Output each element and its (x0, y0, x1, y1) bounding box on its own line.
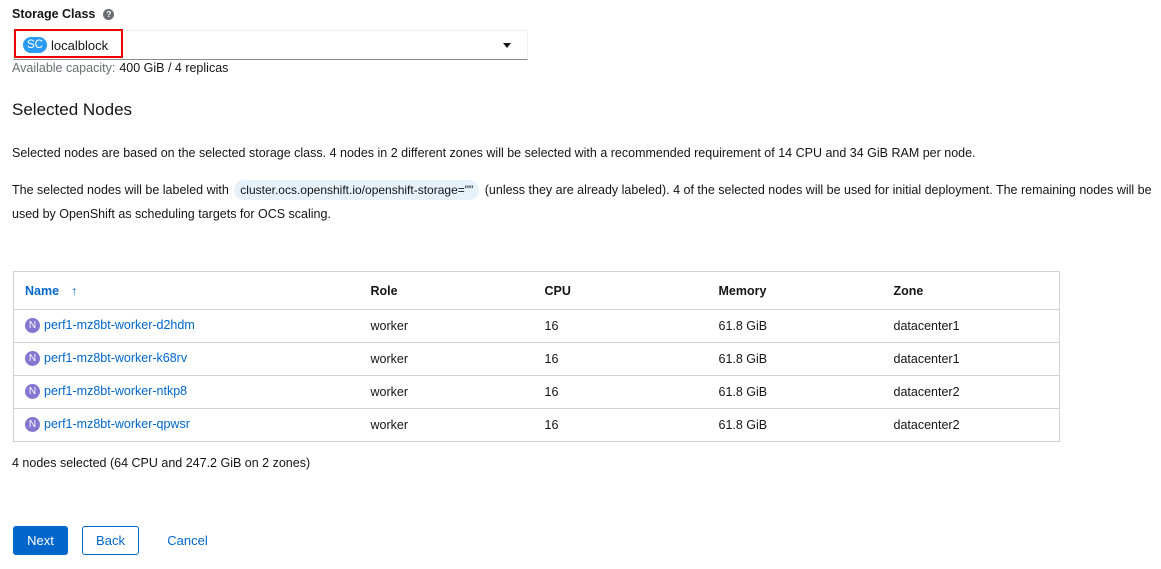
column-header-cpu: CPU (533, 271, 708, 310)
selection-highlight-box (14, 29, 123, 58)
nodes-table: Name ↑ Role CPU Memory Zone Nperf1-mz8bt-… (13, 271, 1060, 442)
table-row: Nperf1-mz8bt-worker-qpwsr worker 16 61.8… (14, 409, 1060, 442)
zone-cell: datacenter2 (893, 418, 960, 432)
cpu-cell: 16 (544, 418, 559, 432)
back-button[interactable]: Back (82, 526, 139, 555)
memory-cell: 61.8 GiB (707, 375, 883, 409)
name-header-label[interactable]: Name (25, 284, 59, 298)
arrow-up-icon[interactable]: ↑ (71, 284, 77, 298)
zone-cell: datacenter2 (882, 375, 1060, 409)
node-name-cell: Nperf1-mz8bt-worker-ntkp8 (13, 375, 360, 409)
column-header-name[interactable]: Name ↑ (13, 271, 360, 310)
memory-cell: 61.8 GiB (707, 309, 883, 343)
selection-summary: 4 nodes selected (64 CPU and 247.2 GiB o… (12, 456, 311, 470)
capacity-value: 400 GiB / 4 replicas (119, 61, 229, 75)
role-cell: worker (359, 375, 534, 409)
cancel-button[interactable]: Cancel (160, 526, 215, 555)
label-paragraph-start: The selected nodes will be labeled with (12, 183, 229, 197)
cpu-cell: 16 (533, 309, 708, 343)
caret-down-icon[interactable] (503, 43, 511, 48)
node-icon: N (25, 350, 40, 366)
node-name-cell: Nperf1-mz8bt-worker-k68rv (13, 342, 360, 376)
label-paragraph: The selected nodes will be labeled with … (12, 178, 1161, 226)
table-row: Nperf1-mz8bt-worker-d2hdm worker 16 61.8… (13, 309, 1060, 343)
section-title: Selected Nodes (12, 100, 133, 119)
role-cell: worker (359, 342, 534, 376)
table-header-row: Name ↑ Role CPU Memory Zone (13, 271, 1060, 310)
column-header-role: Role (359, 271, 534, 310)
column-header-zone: Zone (882, 271, 1060, 310)
node-link[interactable]: perf1-mz8bt-worker-d2hdm (44, 318, 195, 332)
node-icon: N (25, 383, 40, 399)
cpu-cell: 16 (533, 375, 708, 409)
node-link[interactable]: perf1-mz8bt-worker-ntkp8 (44, 384, 187, 398)
available-capacity: Available capacity: 400 GiB / 4 replicas (12, 61, 228, 75)
table-row: Nperf1-mz8bt-worker-ntkp8 worker 16 61.8… (13, 375, 1060, 409)
node-link[interactable]: perf1-mz8bt-worker-k68rv (44, 351, 187, 365)
question-circle-icon[interactable]: ? (103, 8, 115, 20)
node-link[interactable]: perf1-mz8bt-worker-qpwsr (44, 417, 190, 431)
column-header-memory: Memory (707, 271, 883, 310)
description-paragraph: Selected nodes are based on the selected… (12, 146, 976, 160)
node-icon: N (25, 416, 40, 432)
cpu-cell: 16 (533, 342, 708, 376)
role-cell: worker (359, 309, 534, 343)
zone-cell: datacenter1 (882, 309, 1060, 343)
storage-class-label-row: Storage Class ? (12, 7, 115, 21)
table-row: Nperf1-mz8bt-worker-k68rv worker 16 61.8… (13, 342, 1060, 376)
memory-cell: 61.8 GiB (707, 342, 883, 376)
role-cell: worker (370, 418, 409, 432)
capacity-label: Available capacity: (12, 61, 116, 75)
next-button[interactable]: Next (13, 526, 68, 555)
node-name-cell: Nperf1-mz8bt-worker-qpwsr (14, 409, 360, 442)
node-name-cell: Nperf1-mz8bt-worker-d2hdm (13, 309, 360, 343)
storage-class-label: Storage Class (12, 7, 96, 21)
zone-cell: datacenter1 (882, 342, 1060, 376)
node-label-code: cluster.ocs.openshift.io/openshift-stora… (234, 180, 480, 200)
node-icon: N (25, 317, 40, 333)
memory-cell: 61.8 GiB (718, 418, 768, 432)
